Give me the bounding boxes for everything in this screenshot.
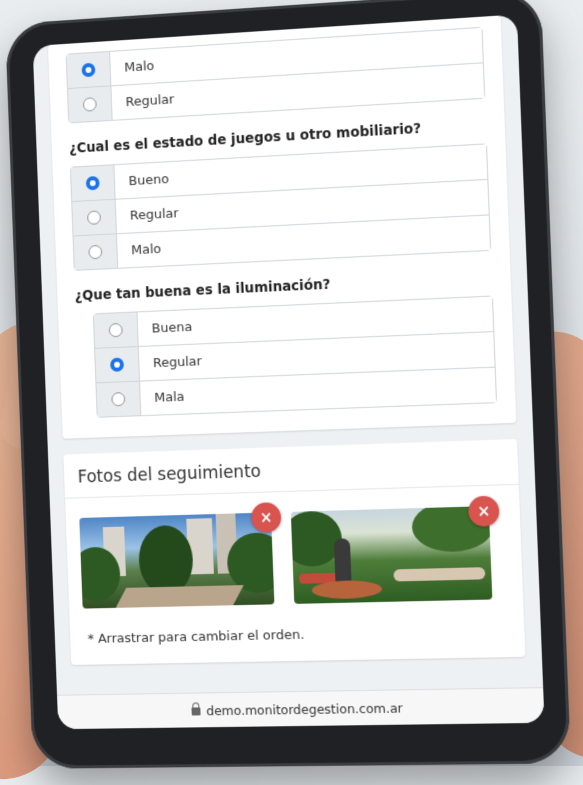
q1-options: Bueno Regular Malo (69, 143, 492, 271)
survey-card: Malo Regular ¿Cual es el estado de juego… (47, 15, 517, 439)
tablet-device: Malo Regular ¿Cual es el estado de juego… (5, 0, 571, 769)
q2-options: Buena Regular Mala (92, 295, 498, 418)
photo-item[interactable]: × (290, 495, 500, 604)
photo-thumbnail[interactable] (290, 506, 493, 604)
q0-options: Malo Regular (65, 26, 486, 124)
browser-url-bar[interactable]: demo.monitordegestion.com.ar (57, 687, 545, 730)
radio-button[interactable] (82, 97, 97, 112)
tablet-screen: Malo Regular ¿Cual es el estado de juego… (32, 14, 545, 730)
photos-row: × × (65, 485, 524, 619)
radio-button[interactable] (109, 357, 125, 372)
radio-button[interactable] (108, 322, 123, 338)
photos-card: Fotos del seguimiento × × * Arrastrar pa… (63, 439, 526, 665)
photo-thumbnail[interactable] (79, 512, 275, 609)
photo-item[interactable]: × (79, 502, 282, 609)
radio-button[interactable] (81, 62, 96, 78)
radio-button[interactable] (85, 175, 100, 191)
radio-button[interactable] (87, 210, 102, 225)
url-text[interactable]: demo.monitordegestion.com.ar (206, 700, 403, 718)
remove-photo-button[interactable]: × (250, 502, 282, 533)
lock-icon (191, 707, 201, 716)
radio-button[interactable] (88, 244, 103, 260)
remove-photo-button[interactable]: × (467, 495, 500, 527)
radio-button[interactable] (111, 392, 126, 407)
